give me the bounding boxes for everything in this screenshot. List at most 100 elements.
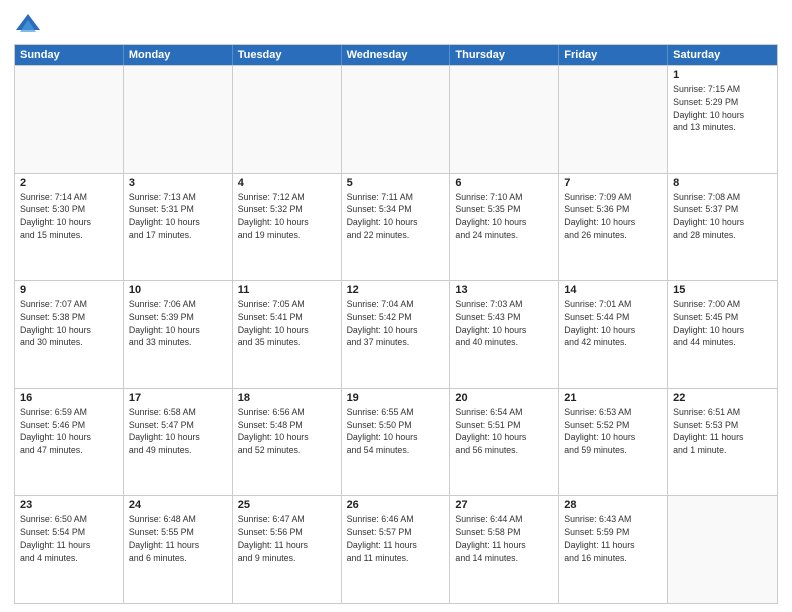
- cell-info: Sunrise: 6:59 AM Sunset: 5:46 PM Dayligh…: [20, 406, 118, 457]
- cell-info: Sunrise: 7:05 AM Sunset: 5:41 PM Dayligh…: [238, 298, 336, 349]
- day-number: 23: [20, 499, 118, 511]
- calendar: SundayMondayTuesdayWednesdayThursdayFrid…: [14, 44, 778, 604]
- cell-info: Sunrise: 7:09 AM Sunset: 5:36 PM Dayligh…: [564, 191, 662, 242]
- cell-info: Sunrise: 6:50 AM Sunset: 5:54 PM Dayligh…: [20, 513, 118, 564]
- day-number: 7: [564, 177, 662, 189]
- cal-header-cell-sunday: Sunday: [15, 45, 124, 65]
- day-number: 11: [238, 284, 336, 296]
- cell-info: Sunrise: 7:01 AM Sunset: 5:44 PM Dayligh…: [564, 298, 662, 349]
- day-number: 20: [455, 392, 553, 404]
- cell-info: Sunrise: 6:53 AM Sunset: 5:52 PM Dayligh…: [564, 406, 662, 457]
- cal-cell: 20 Sunrise: 6:54 AM Sunset: 5:51 PM Dayli…: [450, 389, 559, 496]
- day-number: 25: [238, 499, 336, 511]
- cell-info: Sunrise: 6:47 AM Sunset: 5:56 PM Dayligh…: [238, 513, 336, 564]
- cal-cell: 22 Sunrise: 6:51 AM Sunset: 5:53 PM Dayli…: [668, 389, 777, 496]
- cell-info: Sunrise: 6:55 AM Sunset: 5:50 PM Dayligh…: [347, 406, 445, 457]
- cal-cell: 23 Sunrise: 6:50 AM Sunset: 5:54 PM Dayli…: [15, 496, 124, 603]
- cal-cell: 16 Sunrise: 6:59 AM Sunset: 5:46 PM Dayli…: [15, 389, 124, 496]
- cal-cell: [450, 66, 559, 173]
- cal-cell: 19 Sunrise: 6:55 AM Sunset: 5:50 PM Dayli…: [342, 389, 451, 496]
- cal-week-2: 2 Sunrise: 7:14 AM Sunset: 5:30 PM Daylig…: [15, 173, 777, 281]
- cal-cell: 18Sunrise: 6:56 AM Sunset: 5:48 PM Dayli…: [233, 389, 342, 496]
- cal-cell: 15Sunrise: 7:00 AM Sunset: 5:45 PM Dayli…: [668, 281, 777, 388]
- day-number: 24: [129, 499, 227, 511]
- cal-cell: 21Sunrise: 6:53 AM Sunset: 5:52 PM Dayli…: [559, 389, 668, 496]
- day-number: 13: [455, 284, 553, 296]
- cal-cell: [668, 496, 777, 603]
- cal-cell: 17 Sunrise: 6:58 AM Sunset: 5:47 PM Dayli…: [124, 389, 233, 496]
- day-number: 6: [455, 177, 553, 189]
- cal-cell: 24 Sunrise: 6:48 AM Sunset: 5:55 PM Dayli…: [124, 496, 233, 603]
- day-number: 19: [347, 392, 445, 404]
- day-number: 1: [673, 69, 772, 81]
- day-number: 18: [238, 392, 336, 404]
- calendar-header-row: SundayMondayTuesdayWednesdayThursdayFrid…: [15, 45, 777, 65]
- day-number: 12: [347, 284, 445, 296]
- cell-info: Sunrise: 7:03 AM Sunset: 5:43 PM Dayligh…: [455, 298, 553, 349]
- cal-header-cell-monday: Monday: [124, 45, 233, 65]
- day-number: 8: [673, 177, 772, 189]
- cal-header-cell-thursday: Thursday: [450, 45, 559, 65]
- cal-cell: 3 Sunrise: 7:13 AM Sunset: 5:31 PM Daylig…: [124, 174, 233, 281]
- cal-cell: 27Sunrise: 6:44 AM Sunset: 5:58 PM Dayli…: [450, 496, 559, 603]
- logo: [14, 10, 46, 38]
- cal-week-3: 9 Sunrise: 7:07 AM Sunset: 5:38 PM Daylig…: [15, 280, 777, 388]
- logo-icon: [14, 10, 42, 38]
- cell-info: Sunrise: 6:43 AM Sunset: 5:59 PM Dayligh…: [564, 513, 662, 564]
- day-number: 5: [347, 177, 445, 189]
- cal-cell: [342, 66, 451, 173]
- cal-cell: 2 Sunrise: 7:14 AM Sunset: 5:30 PM Daylig…: [15, 174, 124, 281]
- cal-cell: 9 Sunrise: 7:07 AM Sunset: 5:38 PM Daylig…: [15, 281, 124, 388]
- day-number: 14: [564, 284, 662, 296]
- cal-header-cell-saturday: Saturday: [668, 45, 777, 65]
- cell-info: Sunrise: 7:04 AM Sunset: 5:42 PM Dayligh…: [347, 298, 445, 349]
- cal-cell: [124, 66, 233, 173]
- cal-header-cell-friday: Friday: [559, 45, 668, 65]
- cell-info: Sunrise: 7:13 AM Sunset: 5:31 PM Dayligh…: [129, 191, 227, 242]
- cal-week-4: 16 Sunrise: 6:59 AM Sunset: 5:46 PM Dayli…: [15, 388, 777, 496]
- cell-info: Sunrise: 6:51 AM Sunset: 5:53 PM Dayligh…: [673, 406, 772, 457]
- cal-cell: 4 Sunrise: 7:12 AM Sunset: 5:32 PM Daylig…: [233, 174, 342, 281]
- cal-header-cell-tuesday: Tuesday: [233, 45, 342, 65]
- cell-info: Sunrise: 6:46 AM Sunset: 5:57 PM Dayligh…: [347, 513, 445, 564]
- cal-cell: 14 Sunrise: 7:01 AM Sunset: 5:44 PM Dayli…: [559, 281, 668, 388]
- cal-header-cell-wednesday: Wednesday: [342, 45, 451, 65]
- cell-info: Sunrise: 7:06 AM Sunset: 5:39 PM Dayligh…: [129, 298, 227, 349]
- cal-cell: 28 Sunrise: 6:43 AM Sunset: 5:59 PM Dayli…: [559, 496, 668, 603]
- cal-week-5: 23 Sunrise: 6:50 AM Sunset: 5:54 PM Dayli…: [15, 495, 777, 603]
- cal-cell: 26 Sunrise: 6:46 AM Sunset: 5:57 PM Dayli…: [342, 496, 451, 603]
- cell-info: Sunrise: 7:07 AM Sunset: 5:38 PM Dayligh…: [20, 298, 118, 349]
- day-number: 28: [564, 499, 662, 511]
- cal-cell: 5Sunrise: 7:11 AM Sunset: 5:34 PM Daylig…: [342, 174, 451, 281]
- day-number: 27: [455, 499, 553, 511]
- day-number: 3: [129, 177, 227, 189]
- cal-cell: 6 Sunrise: 7:10 AM Sunset: 5:35 PM Daylig…: [450, 174, 559, 281]
- cell-info: Sunrise: 7:12 AM Sunset: 5:32 PM Dayligh…: [238, 191, 336, 242]
- calendar-body: 1 Sunrise: 7:15 AM Sunset: 5:29 PM Daylig…: [15, 65, 777, 603]
- cell-info: Sunrise: 7:15 AM Sunset: 5:29 PM Dayligh…: [673, 83, 772, 134]
- day-number: 4: [238, 177, 336, 189]
- cal-cell: 11 Sunrise: 7:05 AM Sunset: 5:41 PM Dayli…: [233, 281, 342, 388]
- cell-info: Sunrise: 7:14 AM Sunset: 5:30 PM Dayligh…: [20, 191, 118, 242]
- day-number: 9: [20, 284, 118, 296]
- cal-cell: 10 Sunrise: 7:06 AM Sunset: 5:39 PM Dayli…: [124, 281, 233, 388]
- cal-cell: 7 Sunrise: 7:09 AM Sunset: 5:36 PM Daylig…: [559, 174, 668, 281]
- cell-info: Sunrise: 6:48 AM Sunset: 5:55 PM Dayligh…: [129, 513, 227, 564]
- day-number: 15: [673, 284, 772, 296]
- cell-info: Sunrise: 6:54 AM Sunset: 5:51 PM Dayligh…: [455, 406, 553, 457]
- cal-cell: [15, 66, 124, 173]
- day-number: 2: [20, 177, 118, 189]
- cell-info: Sunrise: 7:10 AM Sunset: 5:35 PM Dayligh…: [455, 191, 553, 242]
- cell-info: Sunrise: 6:58 AM Sunset: 5:47 PM Dayligh…: [129, 406, 227, 457]
- cal-cell: 13 Sunrise: 7:03 AM Sunset: 5:43 PM Dayli…: [450, 281, 559, 388]
- header: [14, 10, 778, 38]
- page: SundayMondayTuesdayWednesdayThursdayFrid…: [0, 0, 792, 612]
- day-number: 17: [129, 392, 227, 404]
- day-number: 26: [347, 499, 445, 511]
- cal-cell: 8Sunrise: 7:08 AM Sunset: 5:37 PM Daylig…: [668, 174, 777, 281]
- day-number: 16: [20, 392, 118, 404]
- day-number: 22: [673, 392, 772, 404]
- cal-cell: [559, 66, 668, 173]
- cal-cell: [233, 66, 342, 173]
- day-number: 10: [129, 284, 227, 296]
